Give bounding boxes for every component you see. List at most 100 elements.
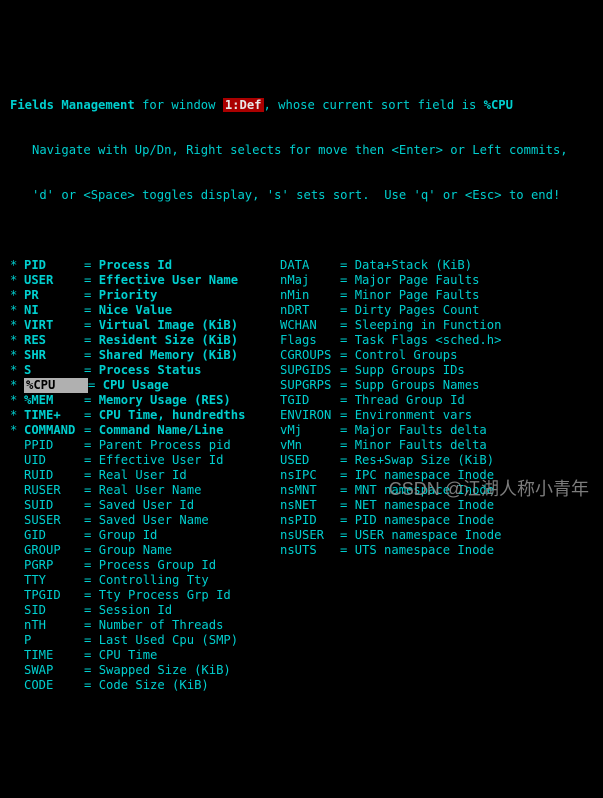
- field-row[interactable]: TIME= CPU Time: [10, 648, 280, 663]
- fields-column-left[interactable]: *PID= Process Id*USER= Effective User Na…: [10, 258, 280, 693]
- field-row[interactable]: *PID= Process Id: [10, 258, 280, 273]
- field-key: RUSER: [24, 483, 84, 498]
- equals-sep: =: [340, 348, 355, 363]
- active-star: [10, 528, 24, 543]
- field-desc: MNT namespace Inode: [355, 483, 494, 498]
- field-row[interactable]: GROUP= Group Name: [10, 543, 280, 558]
- field-row[interactable]: UID= Effective User Id: [10, 453, 280, 468]
- equals-sep: =: [84, 348, 99, 363]
- field-row[interactable]: nDRT= Dirty Pages Count: [280, 303, 593, 318]
- field-row[interactable]: *COMMAND= Command Name/Line: [10, 423, 280, 438]
- fields-column-right[interactable]: DATA= Data+Stack (KiB)nMaj= Major Page F…: [280, 258, 593, 693]
- field-row[interactable]: nsMNT= MNT namespace Inode: [280, 483, 593, 498]
- field-row[interactable]: nTH= Number of Threads: [10, 618, 280, 633]
- field-key: SUPGIDS: [280, 363, 340, 378]
- field-key: nTH: [24, 618, 84, 633]
- field-key: %MEM: [24, 393, 84, 408]
- field-row[interactable]: GID= Group Id: [10, 528, 280, 543]
- active-star: *: [10, 393, 24, 408]
- field-key: PR: [24, 288, 84, 303]
- field-key: TGID: [280, 393, 340, 408]
- field-desc: Code Size (KiB): [99, 678, 209, 693]
- field-desc: Task Flags <sched.h>: [355, 333, 502, 348]
- field-row[interactable]: TTY= Controlling Tty: [10, 573, 280, 588]
- equals-sep: =: [84, 498, 99, 513]
- field-row[interactable]: nsIPC= IPC namespace Inode: [280, 468, 593, 483]
- field-row[interactable]: RUSER= Real User Name: [10, 483, 280, 498]
- field-row[interactable]: Flags= Task Flags <sched.h>: [280, 333, 593, 348]
- field-row[interactable]: SWAP= Swapped Size (KiB): [10, 663, 280, 678]
- field-row[interactable]: *%CPU= CPU Usage: [10, 378, 280, 393]
- field-row[interactable]: *NI= Nice Value: [10, 303, 280, 318]
- field-row[interactable]: vMn= Minor Faults delta: [280, 438, 593, 453]
- field-row[interactable]: nMin= Minor Page Faults: [280, 288, 593, 303]
- field-row[interactable]: *RES= Resident Size (KiB): [10, 333, 280, 348]
- field-row[interactable]: PGRP= Process Group Id: [10, 558, 280, 573]
- field-key: TTY: [24, 573, 84, 588]
- field-row[interactable]: USED= Res+Swap Size (KiB): [280, 453, 593, 468]
- field-row[interactable]: *S= Process Status: [10, 363, 280, 378]
- field-desc: Process Id: [99, 258, 172, 273]
- field-row[interactable]: RUID= Real User Id: [10, 468, 280, 483]
- field-row[interactable]: SUPGIDS= Supp Groups IDs: [280, 363, 593, 378]
- field-desc: UTS namespace Inode: [355, 543, 494, 558]
- equals-sep: =: [340, 438, 355, 453]
- field-row[interactable]: *USER= Effective User Name: [10, 273, 280, 288]
- field-row[interactable]: nsUSER= USER namespace Inode: [280, 528, 593, 543]
- equals-sep: =: [84, 468, 99, 483]
- field-key: ENVIRON: [280, 408, 340, 423]
- field-row[interactable]: PPID= Parent Process pid: [10, 438, 280, 453]
- field-row[interactable]: *TIME+= CPU Time, hundredths: [10, 408, 280, 423]
- field-row[interactable]: nsUTS= UTS namespace Inode: [280, 543, 593, 558]
- field-desc: Command Name/Line: [99, 423, 224, 438]
- field-row[interactable]: SUID= Saved User Id: [10, 498, 280, 513]
- field-key: PGRP: [24, 558, 84, 573]
- header-for-window: for window: [135, 98, 223, 112]
- equals-sep: =: [340, 423, 355, 438]
- field-row[interactable]: TGID= Thread Group Id: [280, 393, 593, 408]
- field-key: TIME+: [24, 408, 84, 423]
- equals-sep: =: [340, 378, 355, 393]
- field-desc: CPU Usage: [103, 378, 169, 393]
- equals-sep: =: [84, 363, 99, 378]
- active-star: *: [10, 333, 24, 348]
- equals-sep: =: [340, 408, 355, 423]
- equals-sep: =: [84, 423, 99, 438]
- field-desc: Control Groups: [355, 348, 458, 363]
- field-row[interactable]: vMj= Major Faults delta: [280, 423, 593, 438]
- field-row[interactable]: nsPID= PID namespace Inode: [280, 513, 593, 528]
- header: Fields Management for window 1:Def, whos…: [10, 68, 593, 218]
- equals-sep: =: [340, 483, 355, 498]
- field-desc: Dirty Pages Count: [355, 303, 480, 318]
- field-row[interactable]: *PR= Priority: [10, 288, 280, 303]
- field-row[interactable]: nMaj= Major Page Faults: [280, 273, 593, 288]
- header-line2: Navigate with Up/Dn, Right selects for m…: [10, 143, 593, 158]
- field-row[interactable]: WCHAN= Sleeping in Function: [280, 318, 593, 333]
- equals-sep: =: [84, 678, 99, 693]
- active-star: *: [10, 423, 24, 438]
- equals-sep: =: [84, 513, 99, 528]
- field-row[interactable]: *%MEM= Memory Usage (RES): [10, 393, 280, 408]
- field-key: SHR: [24, 348, 84, 363]
- field-row[interactable]: *SHR= Shared Memory (KiB): [10, 348, 280, 363]
- active-star: [10, 573, 24, 588]
- active-star: [10, 678, 24, 693]
- field-row[interactable]: SUPGRPS= Supp Groups Names: [280, 378, 593, 393]
- equals-sep: =: [88, 378, 103, 393]
- field-row[interactable]: P= Last Used Cpu (SMP): [10, 633, 280, 648]
- field-desc: CPU Time: [99, 648, 158, 663]
- field-row[interactable]: DATA= Data+Stack (KiB): [280, 258, 593, 273]
- field-row[interactable]: SUSER= Saved User Name: [10, 513, 280, 528]
- active-star: [10, 453, 24, 468]
- active-star: *: [10, 258, 24, 273]
- field-row[interactable]: CODE= Code Size (KiB): [10, 678, 280, 693]
- field-row[interactable]: CGROUPS= Control Groups: [280, 348, 593, 363]
- field-row[interactable]: TPGID= Tty Process Grp Id: [10, 588, 280, 603]
- field-row[interactable]: *VIRT= Virtual Image (KiB): [10, 318, 280, 333]
- field-row[interactable]: ENVIRON= Environment vars: [280, 408, 593, 423]
- field-key: nMin: [280, 288, 340, 303]
- field-row[interactable]: nsNET= NET namespace Inode: [280, 498, 593, 513]
- field-key: vMj: [280, 423, 340, 438]
- field-row[interactable]: SID= Session Id: [10, 603, 280, 618]
- field-key: TPGID: [24, 588, 84, 603]
